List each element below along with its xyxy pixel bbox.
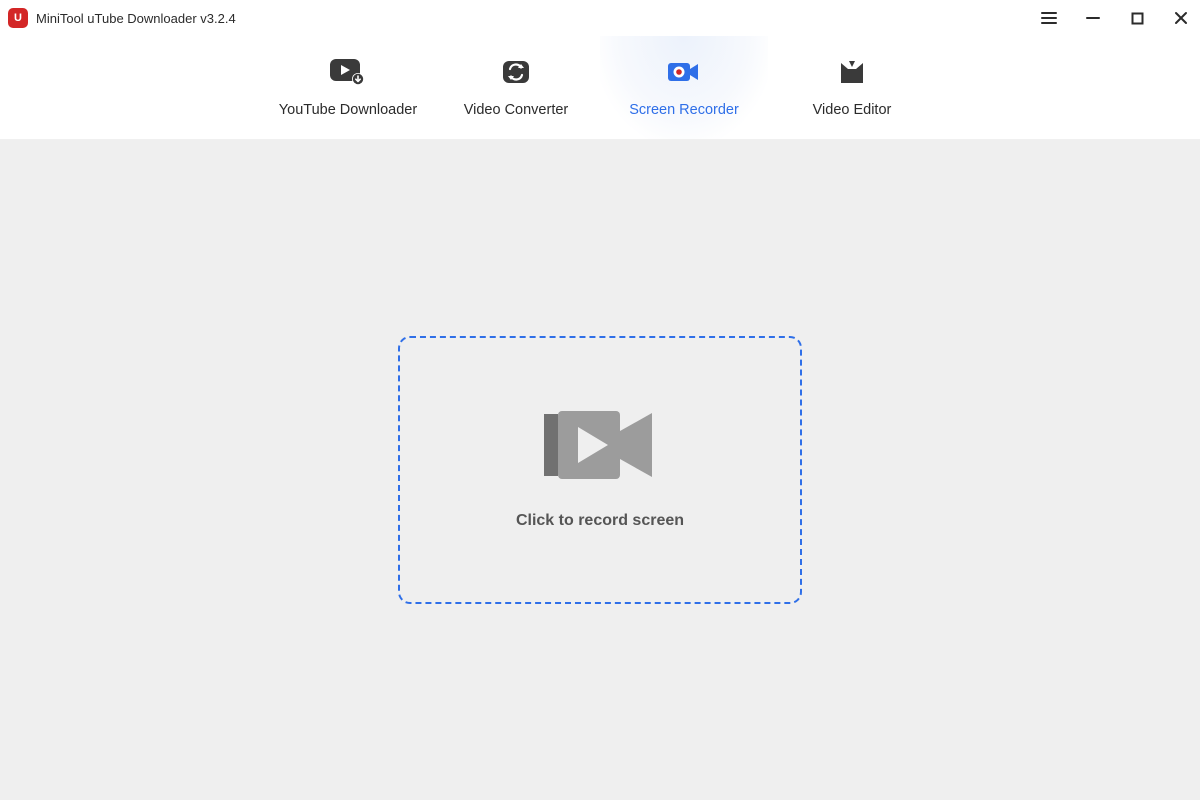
window-controls: [1040, 9, 1190, 27]
record-cta-label: Click to record screen: [516, 512, 684, 530]
content-area: Click to record screen: [0, 140, 1200, 800]
tab-video-editor[interactable]: Video Editor: [768, 36, 936, 139]
minimize-button[interactable]: [1084, 9, 1102, 27]
tab-label: Screen Recorder: [629, 102, 739, 118]
hamburger-menu-icon[interactable]: [1040, 9, 1058, 27]
tab-video-converter[interactable]: Video Converter: [432, 36, 600, 139]
titlebar: U MiniTool uTube Downloader v3.2.4: [0, 0, 1200, 36]
app-logo-icon: U: [8, 8, 28, 28]
video-camera-icon: [668, 58, 700, 86]
youtube-download-icon: [330, 58, 366, 86]
record-screen-button[interactable]: Click to record screen: [398, 336, 802, 604]
titlebar-left: U MiniTool uTube Downloader v3.2.4: [8, 8, 236, 28]
maximize-button[interactable]: [1128, 9, 1146, 27]
tab-screen-recorder[interactable]: Screen Recorder: [600, 36, 768, 139]
convert-icon: [501, 58, 531, 86]
close-button[interactable]: [1172, 9, 1190, 27]
camera-play-icon: [544, 411, 656, 484]
tab-label: Video Converter: [464, 102, 569, 118]
app-title: MiniTool uTube Downloader v3.2.4: [36, 11, 236, 26]
editor-icon: [839, 58, 865, 86]
tab-label: Video Editor: [813, 102, 892, 118]
tabbar: YouTube Downloader Video Converter: [0, 36, 1200, 140]
tab-label: YouTube Downloader: [279, 102, 417, 118]
tab-youtube-downloader[interactable]: YouTube Downloader: [264, 36, 432, 139]
